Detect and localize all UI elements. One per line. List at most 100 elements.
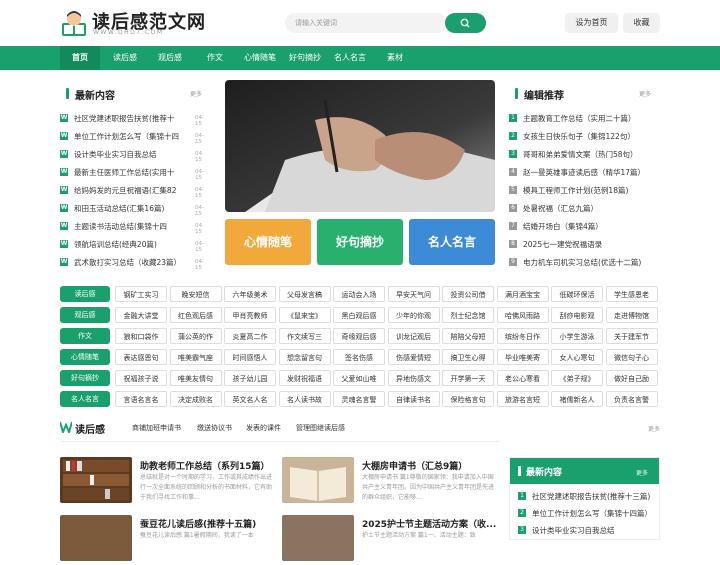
tile-haoju[interactable]: 好句摘抄 bbox=[317, 219, 403, 265]
section-more-link[interactable]: 更多 bbox=[648, 424, 660, 433]
editor-more-link[interactable]: 更多 bbox=[639, 89, 651, 98]
nav-zuowen[interactable]: 作文 bbox=[195, 46, 235, 70]
latest-item-title[interactable]: 领航培训总结(经典20篇) bbox=[74, 239, 182, 250]
nav-sucai[interactable]: 素材 bbox=[375, 46, 415, 70]
latest-item[interactable]: W 给妈妈发的元旦祝福语(汇集82 04-15 bbox=[60, 182, 210, 200]
category-tag[interactable]: 钢矿工实习 bbox=[115, 286, 167, 302]
editor-item-title[interactable]: 主题教育工作总结（实用二十篇） bbox=[523, 113, 658, 124]
editor-item[interactable]: 9 电力机车司机实习总结(优选十二篇) bbox=[509, 254, 659, 272]
category-tag[interactable]: 唯美霸气座 bbox=[169, 349, 222, 365]
editor-item[interactable]: 5 模具工程师工作计划(范例18篇) bbox=[509, 182, 659, 200]
article-title[interactable]: 2025护士节主题活动方案（收... bbox=[362, 517, 497, 530]
category-head[interactable]: 作文 bbox=[60, 328, 110, 344]
side-latest-item-title[interactable]: 设计类毕业实习自我总结 bbox=[532, 525, 658, 536]
category-tag[interactable]: 保险格言句 bbox=[442, 391, 494, 407]
editor-item[interactable]: 2 女孩生日快乐句子（集锦122句） bbox=[509, 128, 659, 146]
category-head[interactable]: 心情随笔 bbox=[60, 349, 110, 365]
category-tag[interactable]: 作文续写三 bbox=[278, 328, 331, 344]
category-tag[interactable]: 表达感恩句 bbox=[115, 349, 167, 365]
category-tag[interactable]: 时间感悟人 bbox=[224, 349, 276, 365]
category-tag[interactable]: 训龙记观后 bbox=[387, 328, 440, 344]
editor-item[interactable]: 6 处暑祝福（汇总九篇） bbox=[509, 200, 659, 218]
book-logo-icon[interactable] bbox=[60, 9, 88, 37]
article-card[interactable]: 2025护士节主题活动方案（收... 护士节主题活动方案 篇1一、活动主题：致 bbox=[282, 515, 497, 565]
article-thumb[interactable] bbox=[282, 515, 354, 561]
category-tag[interactable]: 毕业唯美寄 bbox=[496, 349, 549, 365]
editor-item[interactable]: 8 2025七一建党祝福语录 bbox=[509, 236, 659, 254]
latest-item[interactable]: W 设计类毕业实习自我总结 04-15 bbox=[60, 146, 210, 164]
category-tag[interactable]: 微信句子心 bbox=[605, 349, 658, 365]
article-thumb[interactable] bbox=[60, 515, 132, 561]
nav-haoju[interactable]: 好句摘抄 bbox=[285, 46, 325, 70]
category-tag[interactable]: 言语名言名 bbox=[115, 391, 167, 407]
latest-item[interactable]: W 社区党建述职报告扶贫(推荐十 04-15 bbox=[60, 110, 210, 128]
side-latest-more[interactable]: 更多 bbox=[636, 468, 648, 477]
nav-mingyan[interactable]: 名人名言 bbox=[330, 46, 370, 70]
editor-item-title[interactable]: 2025七一建党祝福语录 bbox=[523, 239, 658, 250]
category-head[interactable]: 观后感 bbox=[60, 307, 110, 323]
category-tag[interactable]: 少年的你观 bbox=[387, 307, 440, 323]
category-tag[interactable]: 搞卫生心得 bbox=[442, 349, 494, 365]
latest-item[interactable]: W 领航培训总结(经典20篇) 04-15 bbox=[60, 236, 210, 254]
category-tag[interactable]: 早安天气问 bbox=[387, 286, 440, 302]
category-tag[interactable]: 孩子幼儿园 bbox=[224, 370, 276, 386]
editor-item-title[interactable]: 模具工程师工作计划(范例18篇) bbox=[523, 185, 658, 196]
latest-item-title[interactable]: 社区党建述职报告扶贫(推荐十 bbox=[74, 113, 182, 124]
category-head[interactable]: 名人名言 bbox=[60, 391, 110, 407]
editor-item-title[interactable]: 哥哥和弟弟爱情文案（热门58句） bbox=[523, 149, 658, 160]
latest-item-title[interactable]: 和田玉活动总结(汇集16篇) bbox=[74, 203, 182, 214]
editor-item-title[interactable]: 女孩生日快乐句子（集锦122句） bbox=[523, 131, 658, 142]
latest-item[interactable]: W 武术散打实习总结（收藏23篇） 04-15 bbox=[60, 254, 210, 272]
category-tag[interactable]: 《鼠来宝》 bbox=[278, 307, 331, 323]
category-tag[interactable]: 烈士纪念馆 bbox=[442, 307, 494, 323]
latest-item-title[interactable]: 给妈妈发的元旦祝福语(汇集82 bbox=[74, 185, 182, 196]
category-tag[interactable]: 发财祝福语 bbox=[278, 370, 331, 386]
category-tag[interactable]: 英文名人名 bbox=[224, 391, 276, 407]
category-tag[interactable]: 陪陪父母短 bbox=[442, 328, 494, 344]
side-latest-item[interactable]: 2 单位工作计划怎么写（集锦十四篇） bbox=[518, 507, 658, 522]
category-tag[interactable]: 满月酒宝宝 bbox=[496, 286, 549, 302]
category-tag[interactable]: 想念留言句 bbox=[278, 349, 331, 365]
editor-item[interactable]: 1 主题教育工作总结（实用二十篇） bbox=[509, 110, 659, 128]
favorite-button[interactable]: 收藏 bbox=[623, 13, 660, 33]
section-link[interactable]: 商铺加班申请书 bbox=[132, 423, 181, 433]
nav-guanhougan[interactable]: 观后感 bbox=[150, 46, 190, 70]
nav-duhougan[interactable]: 读后感 bbox=[105, 46, 145, 70]
category-tag[interactable]: 六年级美术 bbox=[224, 286, 276, 302]
category-tag[interactable]: 哈佛风雨路 bbox=[496, 307, 549, 323]
set-home-button[interactable]: 设为首页 bbox=[565, 13, 618, 33]
category-tag[interactable]: 缤纷冬日作 bbox=[496, 328, 549, 344]
editor-item-title[interactable]: 处暑祝福（汇总九篇） bbox=[523, 203, 658, 214]
editor-item-title[interactable]: 结婚开场白（集锦4篇） bbox=[523, 221, 658, 232]
category-head[interactable]: 好句摘抄 bbox=[60, 370, 110, 386]
latest-item-title[interactable]: 设计类毕业实习自我总结 bbox=[74, 149, 182, 160]
editor-item[interactable]: 7 结婚开场白（集锦4篇） bbox=[509, 218, 659, 236]
latest-item-title[interactable]: 单位工作计划怎么写（集锦十四 bbox=[74, 131, 182, 142]
category-tag[interactable]: 晚安短信 bbox=[169, 286, 222, 302]
category-tag[interactable]: 奇缘观后感 bbox=[333, 328, 385, 344]
category-tag[interactable]: 父爱如山唯 bbox=[333, 370, 385, 386]
category-tag[interactable]: 黑白观后感 bbox=[333, 307, 385, 323]
article-title[interactable]: 大棚房申请书（汇总9篇） bbox=[362, 459, 497, 472]
category-tag[interactable]: 《弟子规》 bbox=[551, 370, 603, 386]
category-tag[interactable]: 老公心寒看 bbox=[496, 370, 549, 386]
editor-item-title[interactable]: 电力机车司机实习总结(优选十二篇) bbox=[523, 257, 658, 268]
category-tag[interactable]: 名人读书故 bbox=[278, 391, 331, 407]
category-tag[interactable]: 灵魂名言警 bbox=[333, 391, 385, 407]
article-title[interactable]: 蚕豆花儿读后感(推荐十五篇) bbox=[140, 517, 275, 530]
nav-xinqing[interactable]: 心情随笔 bbox=[240, 46, 280, 70]
category-tag[interactable]: 红色观后感 bbox=[169, 307, 222, 323]
editor-item[interactable]: 3 哥哥和弟弟爱情文案（热门58句） bbox=[509, 146, 659, 164]
article-card[interactable]: 大棚房申请书（汇总9篇） 大棚房申请书 篇1尊敬的国家领：我申请加入中国共产主义… bbox=[282, 457, 497, 507]
category-tag[interactable]: 做好自己励 bbox=[605, 370, 658, 386]
category-tag[interactable]: 开学第一天 bbox=[442, 370, 494, 386]
section-link[interactable]: 管理图继读后感 bbox=[296, 423, 345, 433]
search-button[interactable] bbox=[445, 13, 486, 33]
category-tag[interactable]: 运动会入场 bbox=[333, 286, 385, 302]
editor-item[interactable]: 4 赵一曼英雄事迹读后感（精华17篇） bbox=[509, 164, 659, 182]
article-title[interactable]: 助教老师工作总结（系列15篇） bbox=[140, 459, 275, 472]
section-link[interactable]: 发表的课件 bbox=[246, 423, 281, 433]
category-tag[interactable]: 刮痧电影观 bbox=[551, 307, 603, 323]
category-tag[interactable]: 签名伤感 bbox=[333, 349, 385, 365]
tile-xinqing[interactable]: 心情随笔 bbox=[225, 219, 311, 265]
